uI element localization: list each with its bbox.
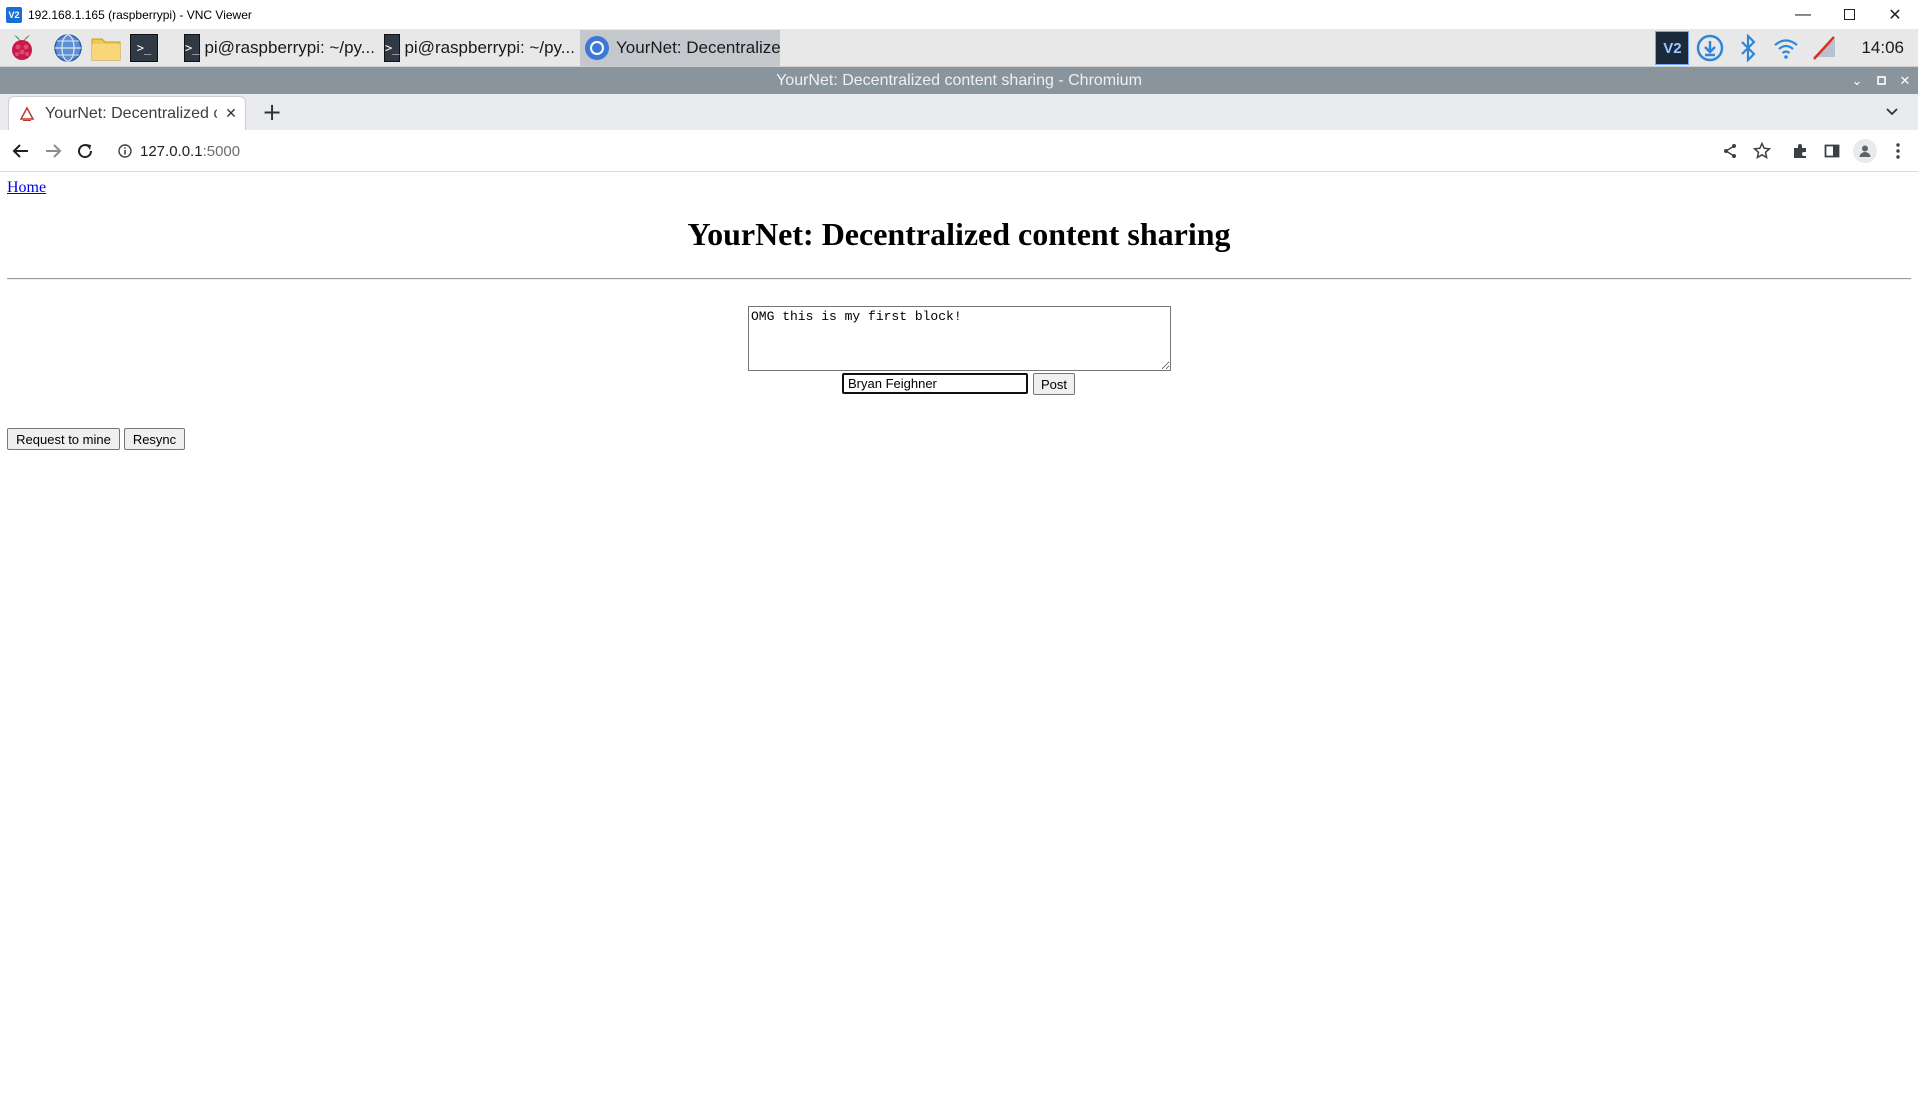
tab-title: YourNet: Decentralized content sharing: [45, 104, 217, 122]
url-host: 127.0.0.1: [140, 142, 203, 160]
vnc-server-icon[interactable]: V2: [1655, 31, 1690, 65]
wifi-icon[interactable]: [1769, 31, 1803, 65]
extensions-icon[interactable]: [1788, 139, 1812, 163]
maximize-icon[interactable]: [1826, 0, 1872, 29]
share-icon[interactable]: [1718, 139, 1742, 163]
url-port: :5000: [202, 142, 241, 160]
clock: 14:06: [1861, 38, 1904, 57]
download-icon[interactable]: [1693, 31, 1727, 65]
chevron-down-icon[interactable]: ⌄: [1845, 67, 1869, 94]
taskbar-task-terminal-1[interactable]: >_ pi@raspberrypi: ~/py...: [180, 30, 376, 66]
bookmark-star-icon[interactable]: [1750, 139, 1774, 163]
request-to-mine-button[interactable]: Request to mine: [7, 428, 120, 450]
taskbar-task-chromium[interactable]: YourNet: Decentralize...: [580, 29, 780, 66]
vnc-viewer-icon: V2: [6, 6, 22, 23]
chromium-window-title: YourNet: Decentralized content sharing -…: [0, 67, 1918, 94]
tab-close-icon[interactable]: ✕: [217, 105, 245, 122]
terminal-icon: >_: [384, 33, 401, 62]
vnc-window-title: 192.168.1.165 (raspberrypi) - VNC Viewer: [28, 7, 252, 22]
address-bar[interactable]: 127.0.0.1:5000: [108, 134, 1808, 168]
web-browser-icon[interactable]: [52, 32, 84, 64]
raspberry-menu-icon[interactable]: [6, 32, 38, 64]
post-button[interactable]: Post: [1033, 373, 1075, 395]
author-name-input[interactable]: [842, 373, 1028, 394]
file-manager-icon[interactable]: [90, 32, 122, 64]
side-panel-icon[interactable]: [1820, 139, 1844, 163]
system-tray: V2 14:06: [1655, 29, 1918, 67]
reload-icon[interactable]: [73, 139, 97, 163]
resync-button[interactable]: Resync: [124, 428, 185, 450]
content-textarea[interactable]: OMG this is my first block!: [748, 306, 1171, 371]
volume-muted-icon[interactable]: [1807, 31, 1841, 65]
tab-strip: YourNet: Decentralized content sharing ✕…: [0, 94, 1918, 130]
page-title: YourNet: Decentralized content sharing: [687, 216, 1231, 252]
taskbar-task-terminal-2[interactable]: >_ pi@raspberrypi: ~/py...: [380, 30, 576, 66]
close-icon[interactable]: ✕: [1872, 0, 1918, 29]
window-close-icon[interactable]: ✕: [1893, 67, 1917, 94]
profile-icon[interactable]: [1853, 139, 1877, 163]
bluetooth-icon[interactable]: [1731, 31, 1765, 65]
minimize-icon[interactable]: —: [1780, 0, 1826, 29]
page-content: Home YourNet: Decentralized content shar…: [0, 172, 1918, 1110]
terminal-icon: >_: [184, 33, 201, 62]
menu-kebab-icon[interactable]: [1886, 139, 1910, 163]
chromium-icon: [584, 35, 610, 61]
tab-yournet[interactable]: YourNet: Decentralized content sharing ✕: [8, 96, 246, 130]
browser-toolbar: 127.0.0.1:5000: [0, 130, 1918, 172]
horizontal-rule: [7, 278, 1911, 280]
taskbar: >_ >_ pi@raspberrypi: ~/py... >_ pi@rasp…: [0, 29, 1918, 67]
vnc-titlebar: V2 192.168.1.165 (raspberrypi) - VNC Vie…: [0, 0, 1918, 29]
window-maximize-icon[interactable]: [1869, 67, 1893, 94]
site-info-icon[interactable]: [118, 144, 132, 158]
new-tab-icon[interactable]: +: [258, 98, 286, 126]
terminal-launcher-icon[interactable]: >_: [128, 32, 160, 64]
favicon-icon: [19, 105, 35, 122]
back-icon[interactable]: [9, 139, 33, 163]
forward-icon[interactable]: [41, 139, 65, 163]
home-link[interactable]: Home: [7, 179, 46, 197]
tab-search-chevron-icon[interactable]: [1880, 100, 1904, 124]
